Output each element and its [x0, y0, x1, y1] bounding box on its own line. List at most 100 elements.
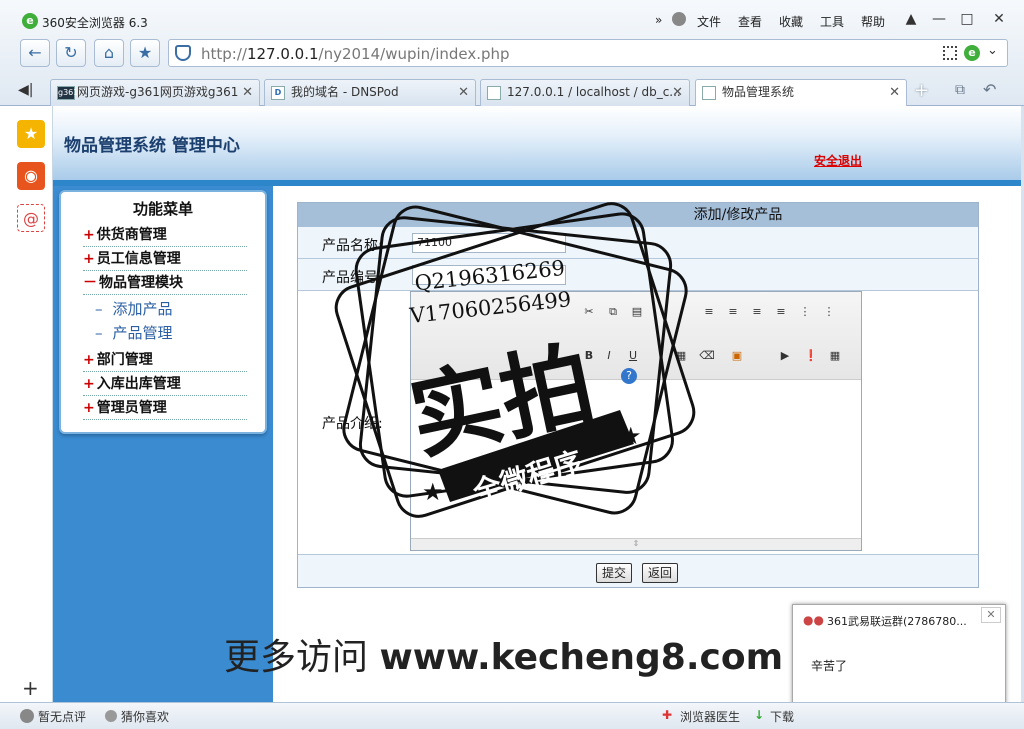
eraser-icon[interactable]: ⌫ — [699, 348, 715, 364]
dnspod-icon: D — [271, 86, 285, 100]
menu-item-label: 供货商管理 — [96, 227, 167, 243]
menu-item-label: 员工信息管理 — [96, 251, 181, 267]
menu-item-label: 管理员管理 — [96, 400, 167, 416]
expand-icon: + — [83, 400, 95, 416]
editor-resize-handle[interactable]: ⇕ — [411, 538, 861, 550]
engine-logo-icon[interactable]: e — [964, 45, 980, 61]
doctor-icon: ✚ — [662, 708, 673, 722]
watermark-url-text: www.kecheng8.com — [379, 637, 784, 678]
watermark-site: 更多访问 www.kecheng8.com — [224, 628, 783, 680]
home-button[interactable]: ⌂ — [94, 39, 124, 67]
menu-item-inventory[interactable]: + 入库出库管理 — [83, 373, 247, 396]
maximize-button[interactable]: □ — [954, 8, 980, 30]
submenu-add-product[interactable]: – 添加产品 — [95, 298, 173, 320]
align-left-icon[interactable]: ≡ — [701, 304, 717, 320]
watermark-cn: 更多访问 — [224, 637, 369, 678]
restore-tab-icon[interactable]: ⧉ — [955, 82, 965, 98]
no-rating-text[interactable]: 暂无点评 — [38, 708, 86, 725]
address-bar[interactable]: http://127.0.0.1/ny2014/wupin/index.php … — [168, 39, 1008, 67]
refresh-button[interactable]: ↻ — [56, 39, 86, 67]
favorites-star-icon[interactable]: ★ — [17, 120, 45, 148]
menu-title: 功能菜单 — [132, 200, 193, 218]
dash-icon: – — [95, 324, 103, 342]
back-button[interactable]: ← — [20, 39, 50, 67]
collapse-icon: － — [83, 275, 97, 291]
back-button-form[interactable]: 返回 — [642, 563, 678, 583]
submenu-label: 产品管理 — [112, 324, 173, 342]
add-sidebar-icon[interactable]: + — [22, 676, 39, 700]
page-header: 物品管理系统 管理中心 安全退出 — [53, 106, 1021, 186]
skin-icon[interactable]: ▲ — [898, 8, 924, 30]
weibo-icon[interactable]: ◉ — [17, 162, 45, 190]
expand-icon: + — [83, 227, 95, 243]
left-column: 功能菜单 + 供货商管理 + 员工信息管理 －物品管理模块 – 添加产品 – 产品管理 … — [53, 186, 273, 702]
group-icon: ●● — [803, 613, 824, 627]
align-right-icon[interactable]: ≡ — [749, 304, 765, 320]
guess-like-text[interactable]: 猜你喜欢 — [121, 708, 169, 725]
menu-item-label: 入库出库管理 — [96, 376, 181, 392]
tab-bar: ◀| g361 网页游戏-g361网页游戏g361 ✕ D 我的域名 - DNS… — [0, 76, 1024, 106]
justify-icon[interactable]: ≡ — [773, 304, 789, 320]
ordered-list-icon[interactable]: ⋮ — [797, 304, 813, 320]
expand-icon: + — [83, 352, 95, 368]
chat-message: 辛苦了 — [811, 659, 848, 673]
menu-file[interactable]: 文件 — [697, 13, 721, 30]
more-chevron-icon[interactable]: » — [655, 13, 662, 27]
media-icon[interactable]: ▶ — [777, 348, 793, 364]
tab-current[interactable]: 物品管理系统 ✕ — [695, 79, 907, 106]
menu-item-suppliers[interactable]: + 供货商管理 — [83, 224, 247, 247]
close-tab-icon[interactable]: ✕ — [458, 80, 469, 105]
sidebar-toggle-icon[interactable]: ◀| — [18, 82, 33, 98]
user-icon[interactable] — [672, 12, 686, 26]
tab-phpmyadmin[interactable]: 127.0.0.1 / localhost / db_c... ✕ — [480, 79, 690, 106]
new-tab-button[interactable]: + — [914, 80, 929, 101]
browser-doctor-link[interactable]: 浏览器医生 — [680, 708, 740, 725]
dash-icon: – — [95, 300, 103, 318]
status-bar: 暂无点评 猜你喜欢 ✚ 浏览器医生 ↓ 下载 — [0, 702, 1024, 729]
title-bar: e 360安全浏览器 6.3 » 文件 查看 收藏 工具 帮助 ▲ — □ ✕ — [0, 0, 1024, 36]
image-icon[interactable]: ▣ — [729, 348, 745, 364]
close-tab-icon[interactable]: ✕ — [242, 80, 253, 105]
browser-chrome: e 360安全浏览器 6.3 » 文件 查看 收藏 工具 帮助 ▲ — □ ✕ … — [0, 0, 1024, 106]
menu-view[interactable]: 查看 — [738, 13, 762, 30]
tab-label: 127.0.0.1 / localhost / db_c... — [507, 85, 681, 99]
qr-code-icon[interactable] — [943, 46, 957, 60]
window-title: 360安全浏览器 6.3 — [42, 16, 148, 30]
insert-table-icon[interactable]: ▦ — [827, 348, 843, 364]
undo-close-icon[interactable]: ↶ — [983, 80, 996, 99]
close-tab-icon[interactable]: ✕ — [889, 80, 900, 105]
expand-icon: + — [83, 376, 95, 392]
menu-help[interactable]: 帮助 — [861, 13, 885, 30]
menu-item-admins[interactable]: + 管理员管理 — [83, 397, 247, 420]
attachment-icon[interactable]: ❗ — [803, 348, 819, 364]
tab-g361[interactable]: g361 网页游戏-g361网页游戏g361 ✕ — [50, 79, 260, 106]
shield-icon — [175, 45, 191, 61]
submenu-product-management[interactable]: – 产品管理 — [95, 322, 173, 344]
align-center-icon[interactable]: ≡ — [725, 304, 741, 320]
close-icon[interactable]: ✕ — [981, 607, 1001, 623]
tab-dnspod[interactable]: D 我的域名 - DNSPod ✕ — [264, 79, 476, 106]
menu-item-departments[interactable]: + 部门管理 — [83, 349, 247, 372]
unordered-list-icon[interactable]: ⋮ — [821, 304, 837, 320]
menu-item-goods[interactable]: －物品管理模块 — [83, 272, 247, 295]
page-title: 物品管理系统 管理中心 — [64, 136, 240, 156]
logout-link[interactable]: 安全退出 — [814, 152, 862, 169]
favorite-star-button[interactable]: ★ — [130, 39, 160, 67]
minimize-button[interactable]: — — [926, 8, 952, 30]
watermark-stamp: Q2196316269 V17060256499 实拍 全微程序 ★ ★ — [334, 202, 696, 518]
rating-icon — [20, 709, 34, 723]
menu-favorites[interactable]: 收藏 — [779, 13, 803, 30]
tab-label: 我的域名 - DNSPod — [291, 85, 399, 99]
page-icon — [487, 86, 501, 100]
download-link[interactable]: 下载 — [770, 708, 794, 725]
close-window-button[interactable]: ✕ — [986, 8, 1012, 30]
submit-button[interactable]: 提交 — [596, 563, 632, 583]
menu-item-staff[interactable]: + 员工信息管理 — [83, 248, 247, 271]
close-tab-icon[interactable]: ✕ — [672, 80, 683, 105]
chevron-down-icon[interactable]: ⌄ — [987, 43, 998, 58]
download-arrow-icon: ↓ — [754, 708, 765, 722]
mail-icon[interactable]: @ — [17, 204, 45, 232]
menu-tools[interactable]: 工具 — [820, 13, 844, 30]
navigation-bar: ← ↻ ⌂ ★ http://127.0.0.1/ny2014/wupin/in… — [0, 36, 1024, 70]
menu-item-label: 物品管理模块 — [99, 275, 183, 291]
